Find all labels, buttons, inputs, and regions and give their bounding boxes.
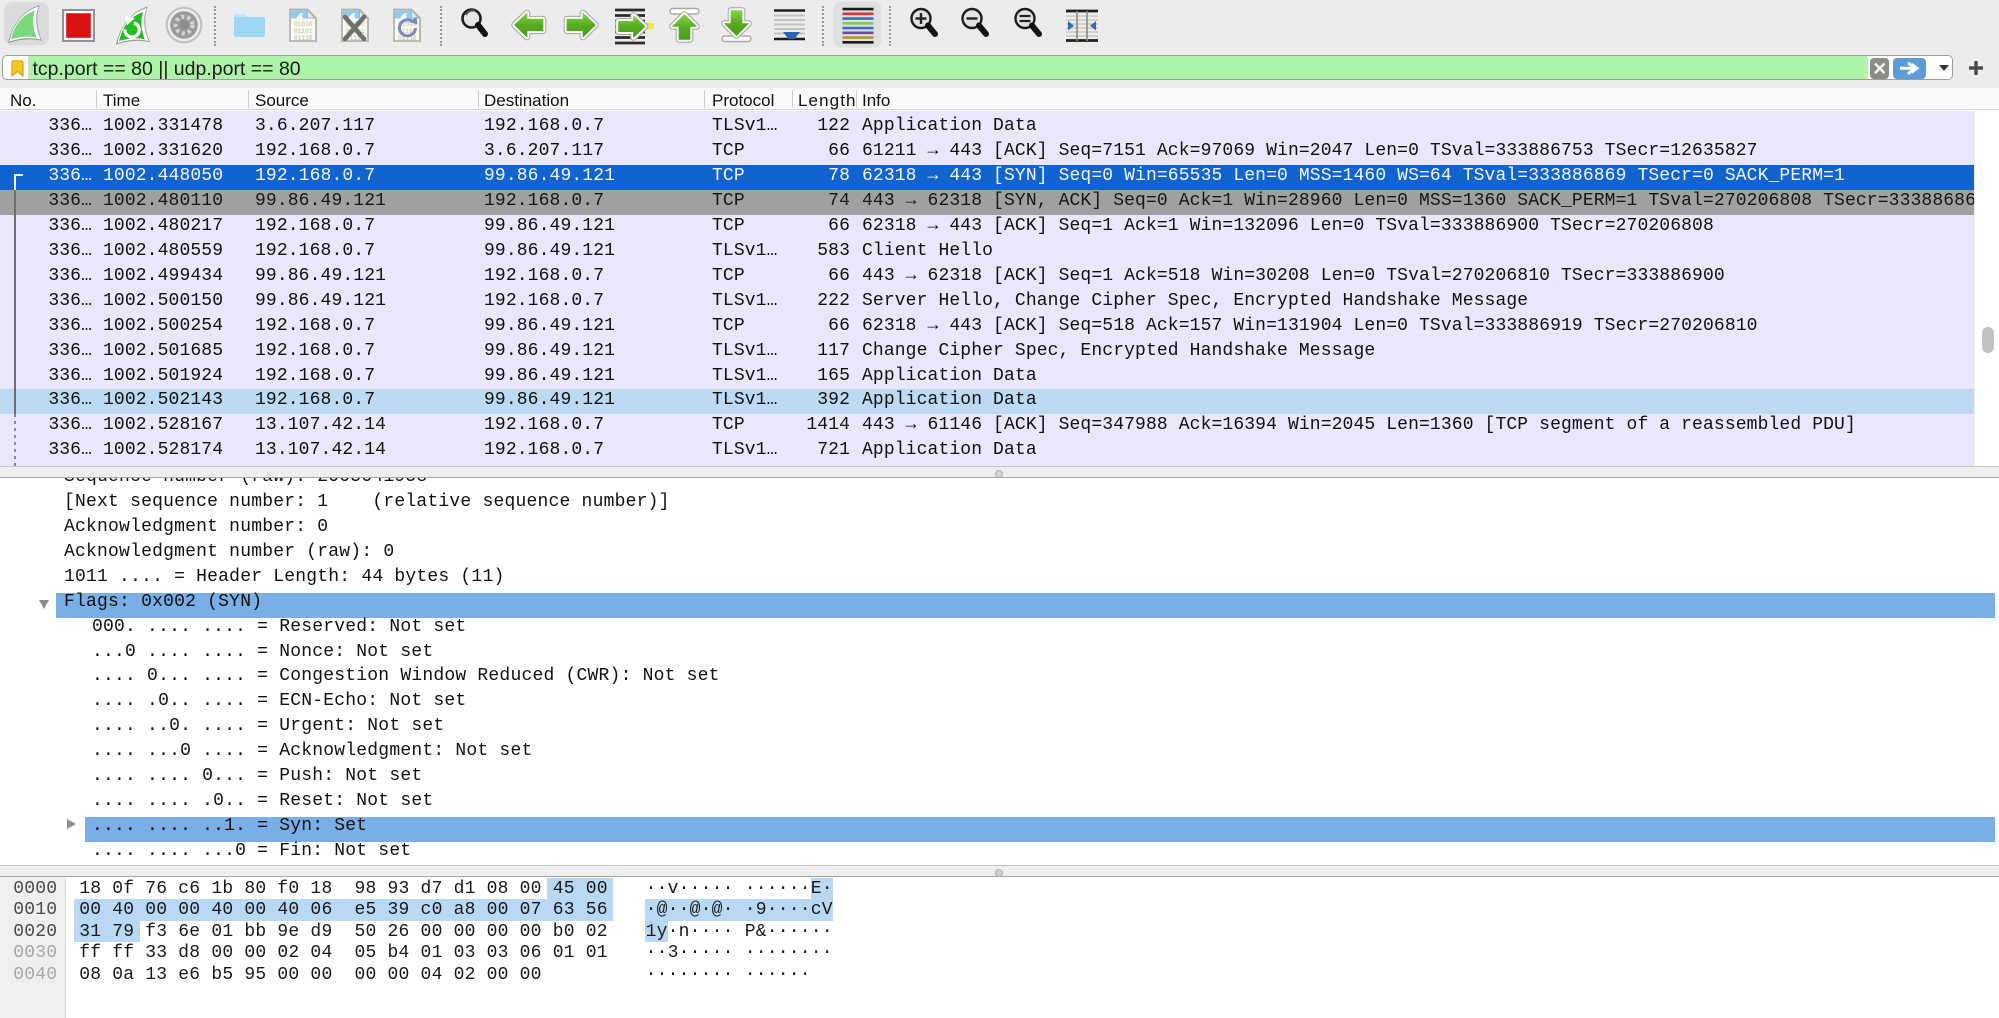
svg-text:01010: 01010 xyxy=(294,21,313,28)
svg-text:01101: 01101 xyxy=(294,28,313,35)
svg-text:01110: 01110 xyxy=(294,35,313,42)
